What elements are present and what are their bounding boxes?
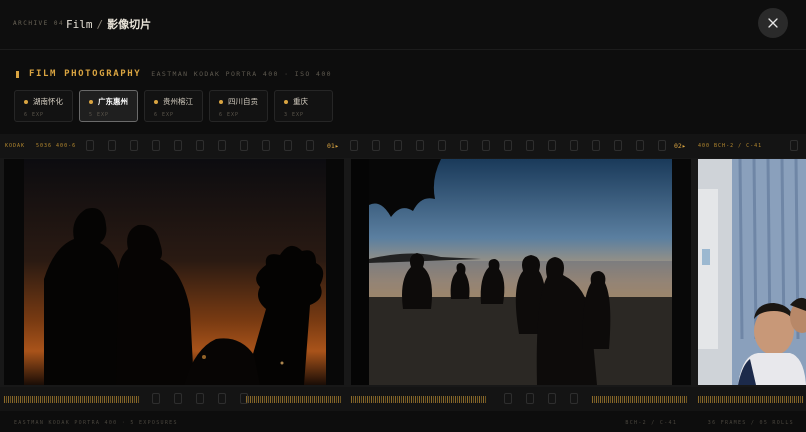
location-tabs: 湖南怀化 6 EXP 广东惠州 5 EXP 贵州榕江 6 EXP 四川自贡 6 … bbox=[14, 90, 333, 122]
section-header: FILM PHOTOGRAPHY EASTMAN KODAK PORTRA 40… bbox=[16, 68, 332, 80]
sprocket-hole bbox=[240, 393, 248, 404]
section-subtitle: EASTMAN KODAK PORTRA 400 · ISO 400 bbox=[151, 70, 332, 78]
edge-process-label: 400 BCH-2 / C-41 bbox=[698, 143, 763, 149]
tab-guizhou-rongjiang[interactable]: 贵州榕江 6 EXP bbox=[144, 90, 203, 122]
tab-label: 重庆 bbox=[293, 97, 308, 106]
sprocket-hole bbox=[548, 393, 556, 404]
tab-exposure-count: 3 EXP bbox=[284, 112, 305, 118]
sprocket-hole bbox=[152, 393, 160, 404]
edge-barcode bbox=[246, 396, 342, 403]
dot-icon bbox=[284, 99, 288, 104]
sprocket-hole bbox=[570, 140, 578, 151]
tab-exposure-count: 6 EXP bbox=[154, 112, 175, 118]
breadcrumb: Film / 影像切片 bbox=[66, 16, 151, 32]
tab-label: 贵州榕江 bbox=[163, 97, 193, 106]
sprocket-hole bbox=[218, 393, 226, 404]
sprocket-hole bbox=[196, 393, 204, 404]
photo-frame-3[interactable] bbox=[698, 159, 806, 385]
sprocket-hole bbox=[240, 140, 248, 151]
sprocket-hole bbox=[284, 140, 292, 151]
sprocket-hole bbox=[482, 140, 490, 151]
dot-icon bbox=[24, 99, 28, 104]
footer-process: BCH-2 / C-41 bbox=[625, 420, 678, 426]
tab-chongqing[interactable]: 重庆 3 EXP bbox=[274, 90, 333, 122]
sprocket-hole bbox=[108, 140, 116, 151]
sprocket-hole bbox=[614, 140, 622, 151]
film-strip-top-edge: KODAK 5036 400-6 01▸ 02▸ 400 BCH-2 / C-4… bbox=[0, 134, 806, 158]
tab-exposure-count: 6 EXP bbox=[24, 112, 45, 118]
tab-sichuan-zigong[interactable]: 四川自贡 6 EXP bbox=[209, 90, 268, 122]
breadcrumb-root[interactable]: Film bbox=[66, 18, 93, 31]
section-title: FILM PHOTOGRAPHY bbox=[29, 69, 142, 79]
close-icon bbox=[768, 18, 778, 28]
photo-frame-1[interactable] bbox=[4, 159, 344, 385]
breadcrumb-separator: / bbox=[96, 18, 104, 31]
footer-stats: BCH-2 / C-41 36 FRAMES / 05 ROLLS bbox=[625, 420, 794, 426]
close-button[interactable] bbox=[758, 8, 788, 38]
tab-exposure-count: 6 EXP bbox=[219, 112, 240, 118]
footer: EASTMAN KODAK PORTRA 400 · 5 EXPOSURES B… bbox=[0, 413, 806, 432]
film-strip-bottom-edge bbox=[0, 387, 806, 411]
title-accent-bar bbox=[16, 70, 19, 78]
dot-icon bbox=[89, 99, 93, 104]
sprocket-hole bbox=[570, 393, 578, 404]
archive-label: ARCHIVE 04 bbox=[13, 20, 65, 27]
sprocket-hole bbox=[262, 140, 270, 151]
sprocket-hole bbox=[174, 393, 182, 404]
sprocket-hole bbox=[636, 140, 644, 151]
top-bar: ARCHIVE 04 Film / 影像切片 bbox=[0, 0, 806, 50]
sprocket-hole bbox=[504, 393, 512, 404]
photo-dusk-silhouettes bbox=[4, 159, 344, 385]
sprocket-hole bbox=[526, 140, 534, 151]
sprocket-hole bbox=[86, 140, 94, 151]
photo-boy-portrait bbox=[698, 159, 806, 385]
edge-barcode bbox=[592, 396, 688, 403]
sprocket-hole bbox=[526, 393, 534, 404]
frame-marker-1: 01▸ bbox=[327, 142, 339, 150]
sprocket-hole bbox=[174, 140, 182, 151]
sprocket-hole bbox=[790, 140, 798, 151]
edge-barcode bbox=[4, 396, 140, 403]
sprocket-hole bbox=[504, 140, 512, 151]
tab-label: 四川自贡 bbox=[228, 97, 258, 106]
edge-code-label: 5036 400-6 bbox=[36, 143, 77, 149]
sprocket-hole bbox=[372, 140, 380, 151]
sprocket-hole bbox=[306, 140, 314, 151]
edge-brand-label: KODAK bbox=[5, 143, 26, 149]
sprocket-hole bbox=[152, 140, 160, 151]
tab-label: 湖南怀化 bbox=[33, 97, 63, 106]
dot-icon bbox=[154, 99, 158, 104]
sprocket-hole bbox=[394, 140, 402, 151]
edge-barcode bbox=[698, 396, 804, 403]
photo-frame-2[interactable] bbox=[351, 159, 691, 385]
sprocket-hole bbox=[130, 140, 138, 151]
dot-icon bbox=[219, 99, 223, 104]
footer-film-info: EASTMAN KODAK PORTRA 400 · 5 EXPOSURES bbox=[14, 420, 178, 426]
breadcrumb-current: 影像切片 bbox=[107, 18, 152, 31]
sprocket-hole bbox=[218, 140, 226, 151]
sprocket-hole bbox=[196, 140, 204, 151]
footer-roll-count: 36 FRAMES / 05 ROLLS bbox=[707, 420, 794, 426]
tab-hunan-huaihua[interactable]: 湖南怀化 6 EXP bbox=[14, 90, 73, 122]
tab-exposure-count: 5 EXP bbox=[89, 112, 110, 118]
frame-marker-2: 02▸ bbox=[674, 142, 686, 150]
photo-beach-sunset bbox=[351, 159, 691, 385]
sprocket-hole bbox=[438, 140, 446, 151]
sprocket-hole bbox=[350, 140, 358, 151]
edge-barcode bbox=[351, 396, 487, 403]
sprocket-hole bbox=[658, 140, 666, 151]
sprocket-hole bbox=[460, 140, 468, 151]
tab-label: 广东惠州 bbox=[98, 97, 128, 106]
sprocket-hole bbox=[548, 140, 556, 151]
tab-guangdong-huizhou[interactable]: 广东惠州 5 EXP bbox=[79, 90, 138, 122]
sprocket-hole bbox=[592, 140, 600, 151]
sprocket-hole bbox=[416, 140, 424, 151]
